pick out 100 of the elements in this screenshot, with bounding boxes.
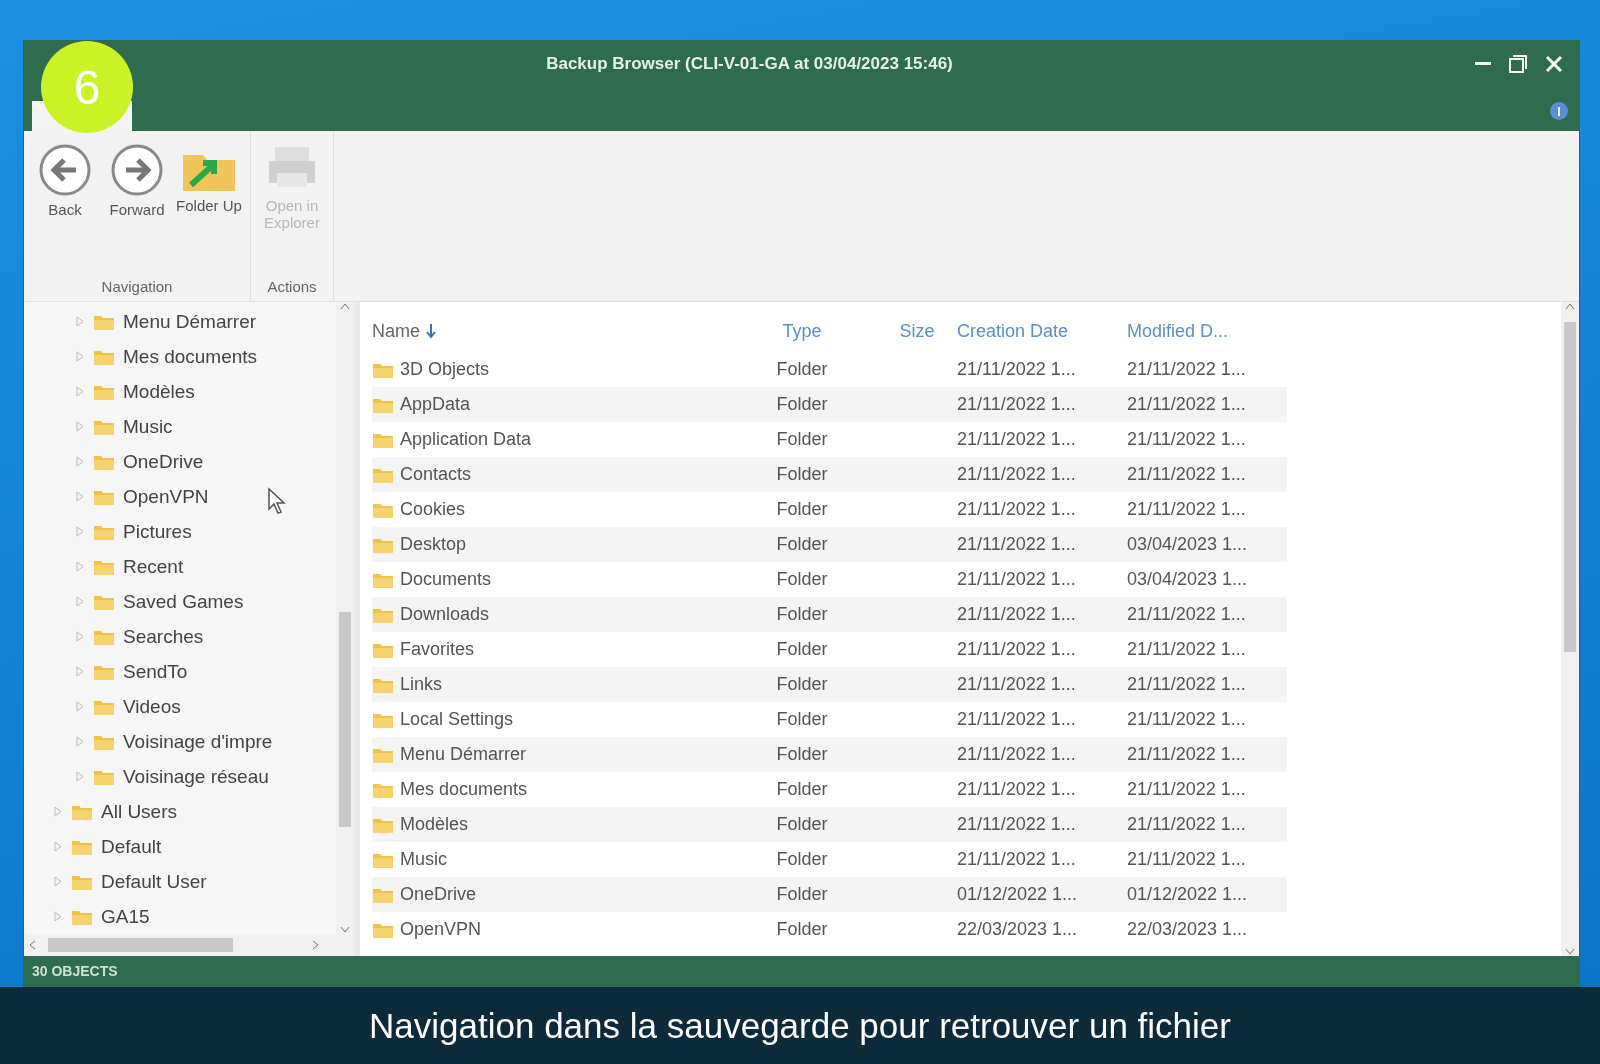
table-cell: OpenVPN [400, 919, 482, 940]
tree-item[interactable]: Recent [123, 555, 184, 578]
scroll-left-icon[interactable] [28, 940, 36, 950]
table-cell: 21/11/2022 1... [957, 849, 1076, 870]
table-cell: 21/11/2022 1... [1127, 394, 1246, 415]
close-icon[interactable] [1545, 55, 1563, 73]
expand-arrow-icon[interactable] [76, 736, 85, 747]
tree-item[interactable]: SendTo [123, 660, 188, 683]
table-cell: 21/11/2022 1... [1127, 814, 1246, 835]
tree-item[interactable]: Menu Démarrer [123, 310, 257, 333]
table-cell: Folder [776, 709, 828, 730]
ribbon-button[interactable]: Folder Up [176, 143, 242, 278]
table-cell: 22/03/2023 1... [1127, 919, 1248, 940]
table-cell: Music [400, 849, 447, 870]
ribbon-button[interactable]: Forward [104, 143, 170, 278]
table-cell: 21/11/2022 1... [957, 779, 1076, 800]
tree-item[interactable]: Default [101, 835, 162, 858]
table-cell: 03/04/2023 1... [1127, 534, 1248, 555]
table-cell: 21/11/2022 1... [957, 639, 1076, 660]
table-cell: 21/11/2022 1... [1127, 464, 1246, 485]
table-cell: 21/11/2022 1... [1127, 499, 1246, 520]
scroll-thumb[interactable] [1564, 322, 1576, 652]
expand-arrow-icon[interactable] [54, 876, 63, 887]
table-cell: Folder [776, 814, 828, 835]
restore-icon[interactable] [1509, 55, 1527, 73]
tree-item[interactable]: Voisinage réseau [123, 765, 269, 788]
expand-arrow-icon[interactable] [76, 701, 85, 712]
file-row[interactable]: Downloads Folder 21/11/2022 1... 21/11/2022 1... [372, 597, 1287, 632]
expand-arrow-icon[interactable] [54, 806, 63, 817]
table-cell: 21/11/2022 1... [1127, 359, 1246, 380]
expand-arrow-icon[interactable] [54, 911, 63, 922]
expand-arrow-icon[interactable] [76, 316, 85, 327]
tree-item[interactable]: OneDrive [123, 450, 204, 473]
table-cell: Folder [776, 884, 828, 905]
tree-item[interactable]: All Users [101, 800, 177, 823]
table-cell: Folder [776, 779, 828, 800]
table-cell: Contacts [400, 464, 472, 485]
expand-arrow-icon[interactable] [76, 631, 85, 642]
file-row[interactable]: AppData Folder 21/11/2022 1... 21/11/2022 1... [372, 387, 1287, 422]
table-cell: Downloads [400, 604, 490, 625]
expand-arrow-icon[interactable] [76, 771, 85, 782]
ribbon-button[interactable]: Back [32, 143, 98, 278]
tree-item[interactable]: Mes documents [123, 345, 258, 368]
table-cell: Folder [776, 849, 828, 870]
tree-item[interactable]: Voisinage d'impre [123, 730, 273, 753]
scroll-down-icon[interactable] [1565, 948, 1575, 956]
scroll-thumb[interactable] [339, 612, 351, 827]
file-row[interactable]: Desktop Folder 21/11/2022 1... 03/04/2023 1... [372, 527, 1287, 562]
status-bar: 30 OBJECTS [24, 956, 1579, 986]
table-cell: 3D Objects [400, 359, 490, 380]
expand-arrow-icon[interactable] [76, 526, 85, 537]
table-cell: 21/11/2022 1... [957, 744, 1076, 765]
table-cell: Folder [776, 394, 828, 415]
expand-arrow-icon[interactable] [76, 561, 85, 572]
file-row[interactable]: Menu Démarrer Folder 21/11/2022 1... 21/11/2022 1... [372, 737, 1287, 772]
scroll-up-icon[interactable] [1565, 302, 1575, 310]
file-row[interactable]: OneDrive Folder 01/12/2022 1... 01/12/2022 1... [372, 877, 1287, 912]
tree-item[interactable]: GA15 [101, 905, 150, 928]
file-row[interactable]: Contacts Folder 21/11/2022 1... 21/11/2022 1... [372, 457, 1287, 492]
tree-item[interactable]: Pictures [123, 520, 192, 543]
file-row[interactable]: Links Folder 21/11/2022 1... 21/11/2022 1... [372, 667, 1287, 702]
expand-arrow-icon[interactable] [76, 491, 85, 502]
scrollbar[interactable] [24, 934, 354, 956]
column-header[interactable]: Name [372, 320, 727, 342]
tree-item[interactable]: Searches [123, 625, 204, 648]
column-header[interactable]: Creation Date [957, 320, 1127, 342]
table-cell: Local Settings [400, 709, 514, 730]
file-row[interactable]: Modèles Folder 21/11/2022 1... 21/11/2022 1... [372, 807, 1287, 842]
table-cell: Folder [776, 639, 828, 660]
table-cell: Desktop [400, 534, 467, 555]
expand-arrow-icon[interactable] [76, 351, 85, 362]
expand-arrow-icon[interactable] [76, 666, 85, 677]
expand-arrow-icon[interactable] [54, 841, 63, 852]
expand-arrow-icon[interactable] [76, 386, 85, 397]
table-cell: Mes documents [400, 779, 528, 800]
table-cell: Folder [776, 359, 828, 380]
table-cell: Application Data [400, 429, 532, 450]
tree-item[interactable]: Saved Games [123, 590, 244, 613]
scroll-up-icon[interactable] [340, 302, 350, 310]
scrollbar[interactable] [336, 302, 354, 934]
scroll-down-icon[interactable] [340, 926, 350, 934]
scroll-thumb[interactable] [48, 938, 233, 952]
tree-item[interactable]: Default User [101, 870, 207, 893]
expand-arrow-icon[interactable] [76, 596, 85, 607]
table-cell: Documents [400, 569, 492, 590]
expand-arrow-icon[interactable] [76, 456, 85, 467]
scroll-right-icon[interactable] [312, 940, 320, 950]
tree-item[interactable]: Music [123, 415, 173, 438]
tree-item[interactable]: Videos [123, 695, 181, 718]
table-cell: 01/12/2022 1... [1127, 884, 1248, 905]
minimize-icon[interactable] [1475, 62, 1491, 66]
mouse-cursor-icon [267, 487, 287, 515]
tree-item[interactable]: OpenVPN [123, 485, 209, 508]
expand-arrow-icon[interactable] [76, 421, 85, 432]
scrollbar[interactable] [1561, 302, 1579, 956]
table-cell: Folder [776, 674, 828, 695]
table-cell: Folder [776, 919, 828, 940]
table-cell: 21/11/2022 1... [1127, 429, 1246, 450]
tree-item[interactable]: Modèles [123, 380, 195, 403]
table-cell: 03/04/2023 1... [1127, 569, 1248, 590]
